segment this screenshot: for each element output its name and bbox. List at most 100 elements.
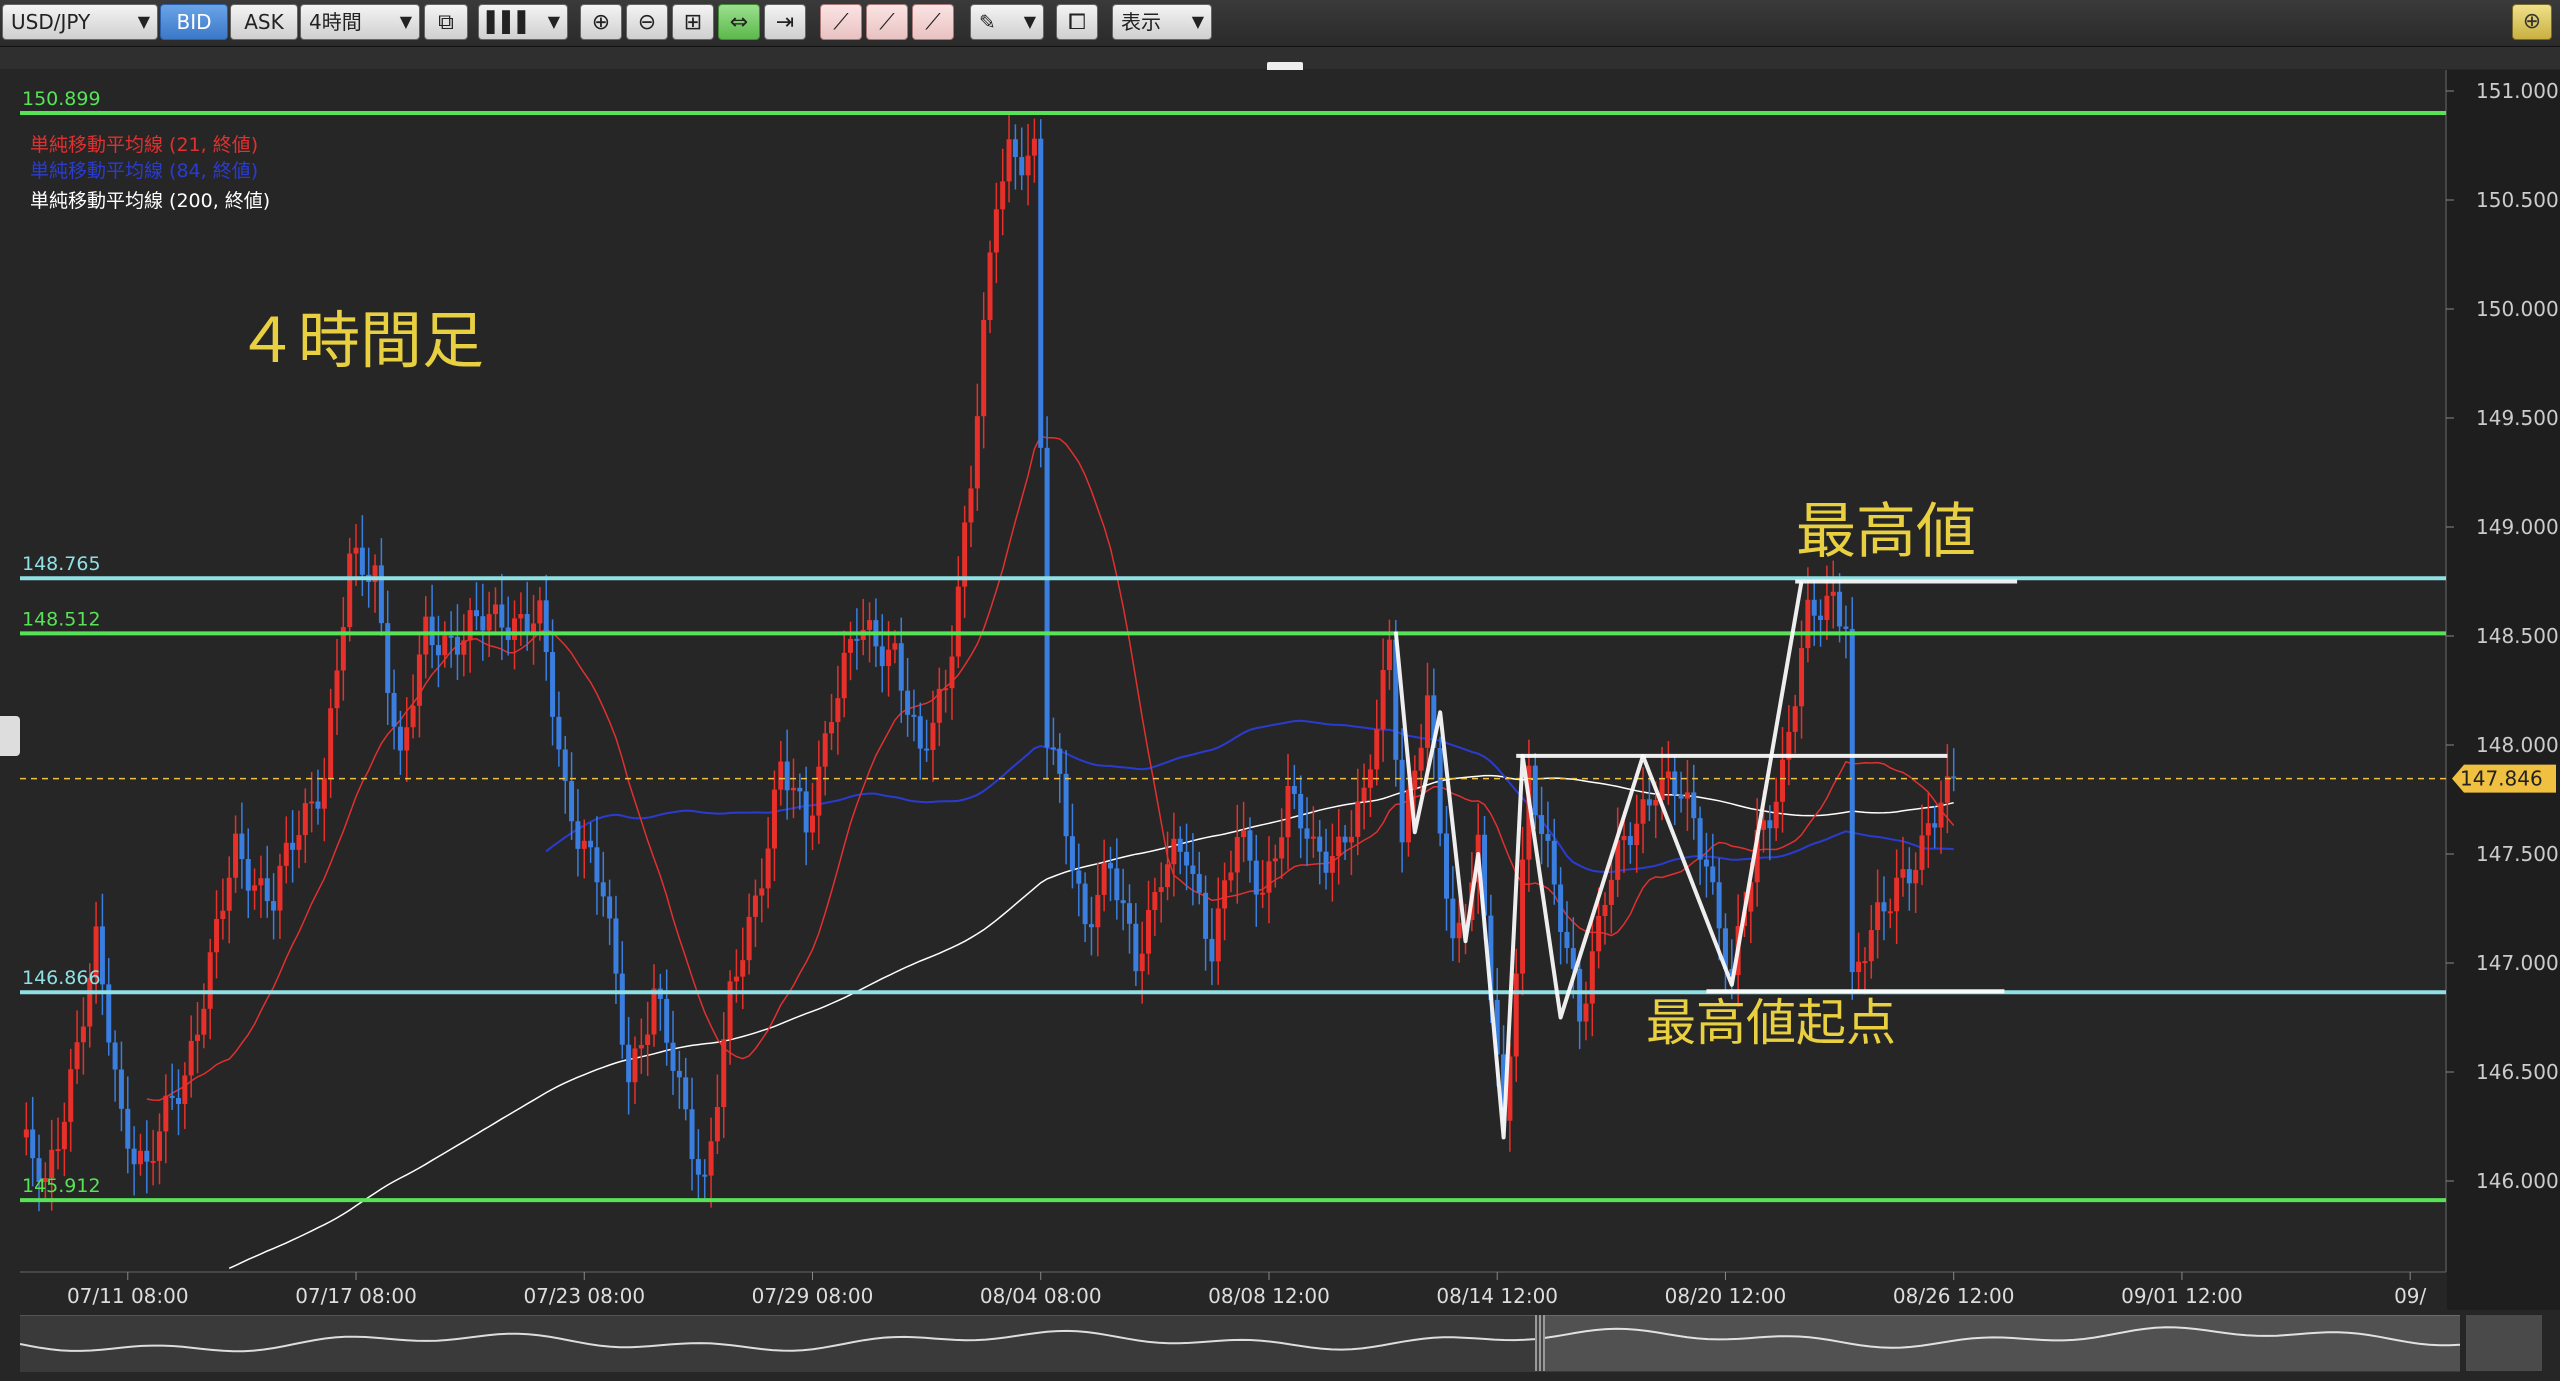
candle-body <box>397 726 403 751</box>
candle-body <box>442 635 448 656</box>
candle-body <box>588 840 594 848</box>
candle-body <box>99 926 105 985</box>
candle-body <box>188 1040 194 1076</box>
candle-body <box>721 1039 727 1108</box>
x-tick-label: 09/01 12:00 <box>2121 1284 2243 1308</box>
candle-body <box>543 600 549 653</box>
y-tick-label: 146.500 <box>2476 1060 2559 1084</box>
candle-body <box>226 877 232 911</box>
y-tick-label: 146.000 <box>2476 1169 2559 1193</box>
candle-body <box>1088 924 1094 928</box>
candle-body <box>290 842 296 850</box>
candle-body <box>1856 961 1862 973</box>
candle-body <box>277 865 283 911</box>
candle-body <box>1596 916 1602 952</box>
candle-body <box>1938 802 1944 828</box>
candle-body <box>1710 866 1716 883</box>
candle-body <box>765 848 771 889</box>
candle-body <box>1621 836 1627 841</box>
x-tick-label: 07/17 08:00 <box>295 1284 417 1308</box>
price-chart[interactable]: 150.899 148.765 148.512 146.866 145.912 151.… <box>0 0 2560 1381</box>
candle-body <box>1862 961 1868 964</box>
candle-body <box>924 748 930 751</box>
candle-body <box>1158 887 1164 892</box>
candle-body <box>1551 840 1557 885</box>
candle-body <box>1818 615 1824 620</box>
candle-body <box>879 646 885 667</box>
candle-body <box>841 652 847 699</box>
candle-body <box>1684 792 1690 799</box>
candle-body <box>112 1042 118 1070</box>
candle-body <box>353 547 359 554</box>
candle-body <box>955 586 961 657</box>
candle-body <box>378 565 384 624</box>
candle-body <box>917 716 923 749</box>
candle-body <box>1843 626 1849 629</box>
candle-body <box>733 976 739 982</box>
y-tick-label: 151.000 <box>2476 79 2559 103</box>
legend-sma21: 単純移動平均線 (21, 終値) <box>30 134 258 156</box>
candle-body <box>1900 869 1906 878</box>
candle-body <box>404 727 410 751</box>
x-tick-label: 08/26 12:00 <box>1893 1284 2015 1308</box>
candle-body <box>302 803 308 836</box>
candle-body <box>30 1129 36 1159</box>
candle-body <box>632 1048 638 1083</box>
candle-body <box>328 708 334 779</box>
candle-body <box>1799 648 1805 707</box>
candle-body <box>283 842 289 866</box>
candle-body <box>626 1044 632 1083</box>
candle-body <box>1234 837 1240 873</box>
x-tick-label: 07/11 08:00 <box>67 1284 189 1308</box>
candle-body <box>1678 794 1684 799</box>
candle-body <box>1006 139 1012 182</box>
price-level-label: 150.899 <box>22 88 101 110</box>
candle-body <box>461 640 467 655</box>
candle-body <box>264 878 270 902</box>
candle-body <box>727 981 733 1040</box>
candle-body <box>493 604 498 615</box>
candle-body <box>1031 138 1037 156</box>
navigator-scroll-end[interactable] <box>2466 1315 2542 1371</box>
candle-body <box>359 547 365 575</box>
candle-body <box>905 690 911 715</box>
candle-body <box>886 649 892 667</box>
candle-body <box>1050 747 1056 750</box>
candle-body <box>1044 447 1050 748</box>
candle-body <box>708 1141 714 1176</box>
candle-body <box>581 840 587 849</box>
candle-body <box>68 1069 74 1122</box>
candle-body <box>1894 877 1900 912</box>
candle-body <box>1608 879 1614 905</box>
candle-body <box>1646 799 1652 806</box>
candle-body <box>252 885 258 891</box>
candle-body <box>1881 902 1887 912</box>
candle-body <box>1716 882 1722 929</box>
candle-body <box>714 1107 720 1142</box>
candle-body <box>410 705 416 728</box>
navigator-selection[interactable] <box>1540 1315 2460 1371</box>
candle-body <box>1424 695 1430 748</box>
candle-body <box>1260 892 1266 895</box>
candle-body <box>74 1042 80 1070</box>
candle-body <box>1317 836 1323 852</box>
current-price-label: 147.846 <box>2460 767 2543 791</box>
x-tick-label: 08/04 08:00 <box>980 1284 1102 1308</box>
candle-body <box>1209 938 1215 962</box>
x-tick-label: 08/14 12:00 <box>1436 1284 1558 1308</box>
x-tick-label: 07/29 08:00 <box>752 1284 874 1308</box>
navigator-handle[interactable] <box>1535 1315 1545 1371</box>
candle-body <box>676 1070 682 1078</box>
candle-body <box>1165 864 1171 888</box>
candle-body <box>943 688 949 691</box>
plot-area <box>20 70 2446 1270</box>
candle-body <box>423 616 429 655</box>
candle-body <box>1057 748 1063 774</box>
candle-body <box>664 998 670 1043</box>
y-tick-label: 148.500 <box>2476 624 2559 648</box>
candle-body <box>981 319 987 417</box>
candle-body <box>1076 870 1082 884</box>
candle-body <box>499 604 505 628</box>
candle-body <box>1672 771 1678 795</box>
candle-body <box>993 209 999 253</box>
